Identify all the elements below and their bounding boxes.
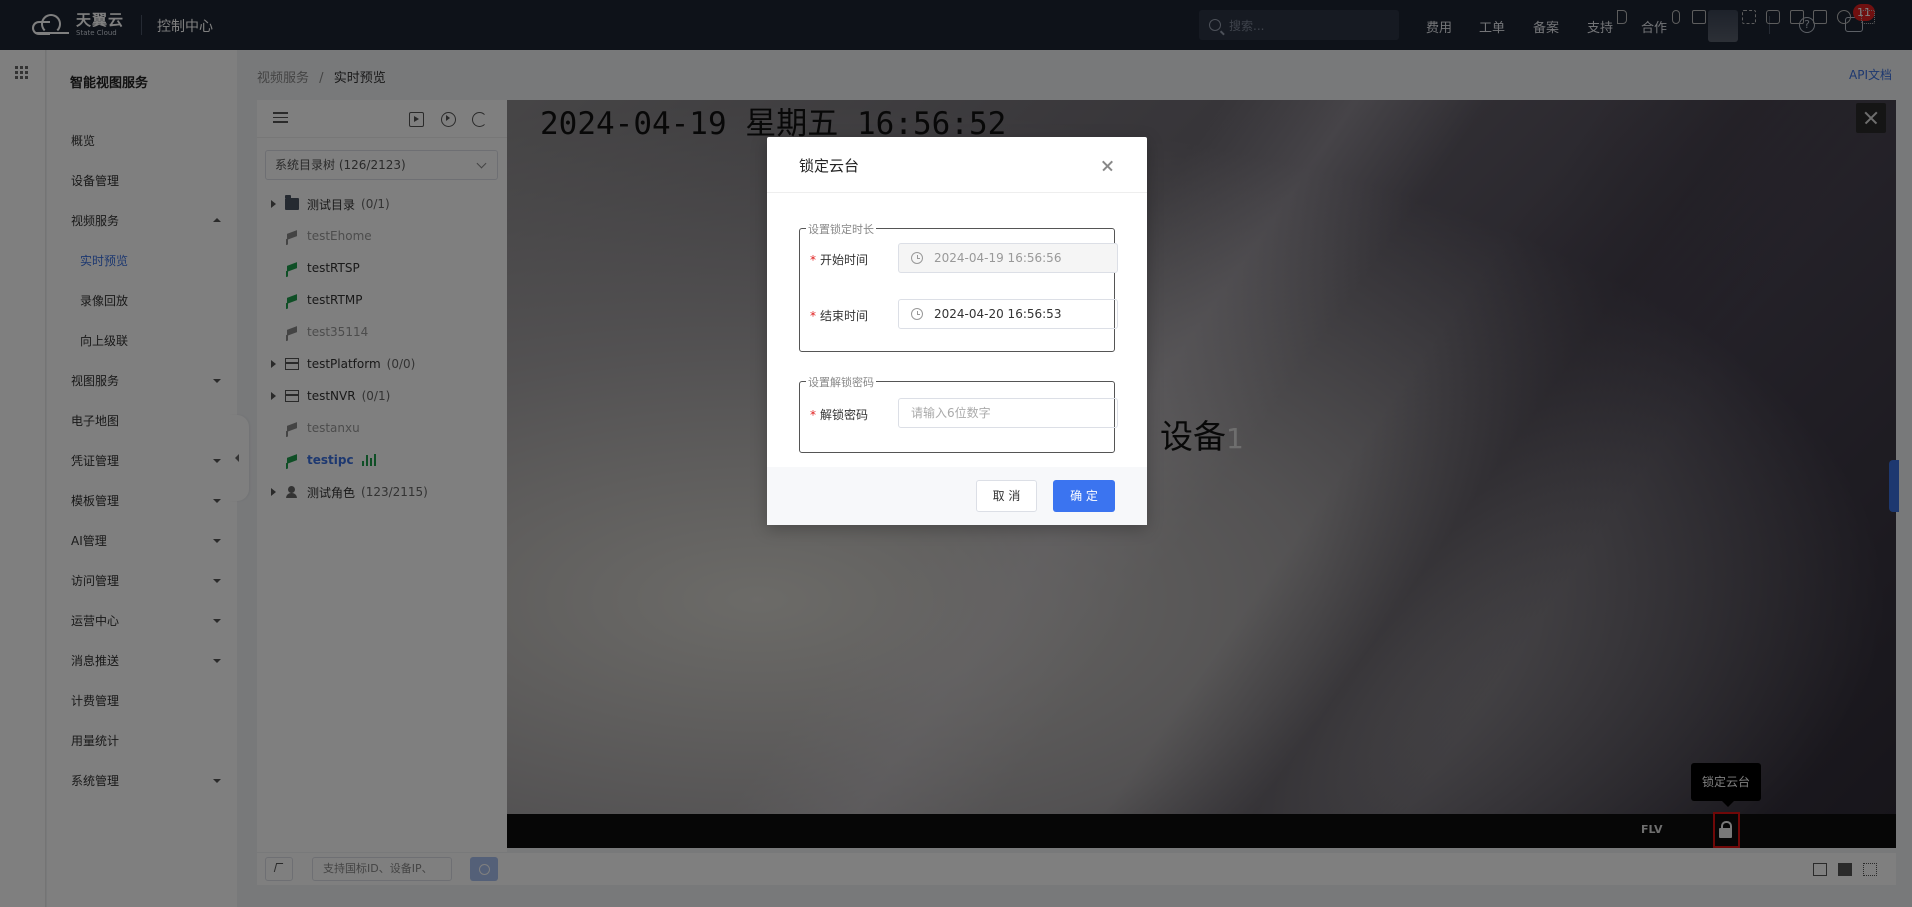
- unlock-password-group: 设置解锁密码 * 解锁密码 请输入6位数字: [799, 374, 1118, 453]
- section-label: 设置解锁密码: [806, 374, 876, 390]
- dialog-title: 锁定云台: [799, 157, 860, 175]
- field-label: * 解锁密码: [810, 408, 869, 422]
- end-time-row: * 结束时间 2024-04-20 16:56:53: [810, 299, 1118, 329]
- end-time-input[interactable]: 2024-04-20 16:56:53: [898, 299, 1118, 329]
- field-label: * 开始时间: [810, 253, 869, 267]
- clock-icon: [911, 308, 923, 320]
- close-icon[interactable]: [1101, 159, 1115, 173]
- field-label: * 结束时间: [810, 309, 869, 323]
- clock-icon: [911, 252, 923, 264]
- lock-duration-group: 设置锁定时长 * 开始时间 2024-04-19 16:56:56 * 结束时间 2…: [799, 221, 1118, 352]
- unlock-password-input[interactable]: 请输入6位数字: [898, 398, 1118, 428]
- dialog-header: 锁定云台: [767, 137, 1147, 193]
- start-time-row: * 开始时间 2024-04-19 16:56:56: [810, 243, 1118, 273]
- lock-ptz-dialog: 锁定云台 设置锁定时长 * 开始时间 2024-04-19 16:56:56 * 结…: [767, 137, 1147, 525]
- start-time-input: 2024-04-19 16:56:56: [898, 243, 1118, 273]
- confirm-button[interactable]: 确 定: [1053, 480, 1115, 512]
- cancel-button[interactable]: 取 消: [976, 480, 1037, 512]
- section-label: 设置锁定时长: [806, 221, 876, 237]
- password-row: * 解锁密码 请输入6位数字: [810, 398, 1118, 428]
